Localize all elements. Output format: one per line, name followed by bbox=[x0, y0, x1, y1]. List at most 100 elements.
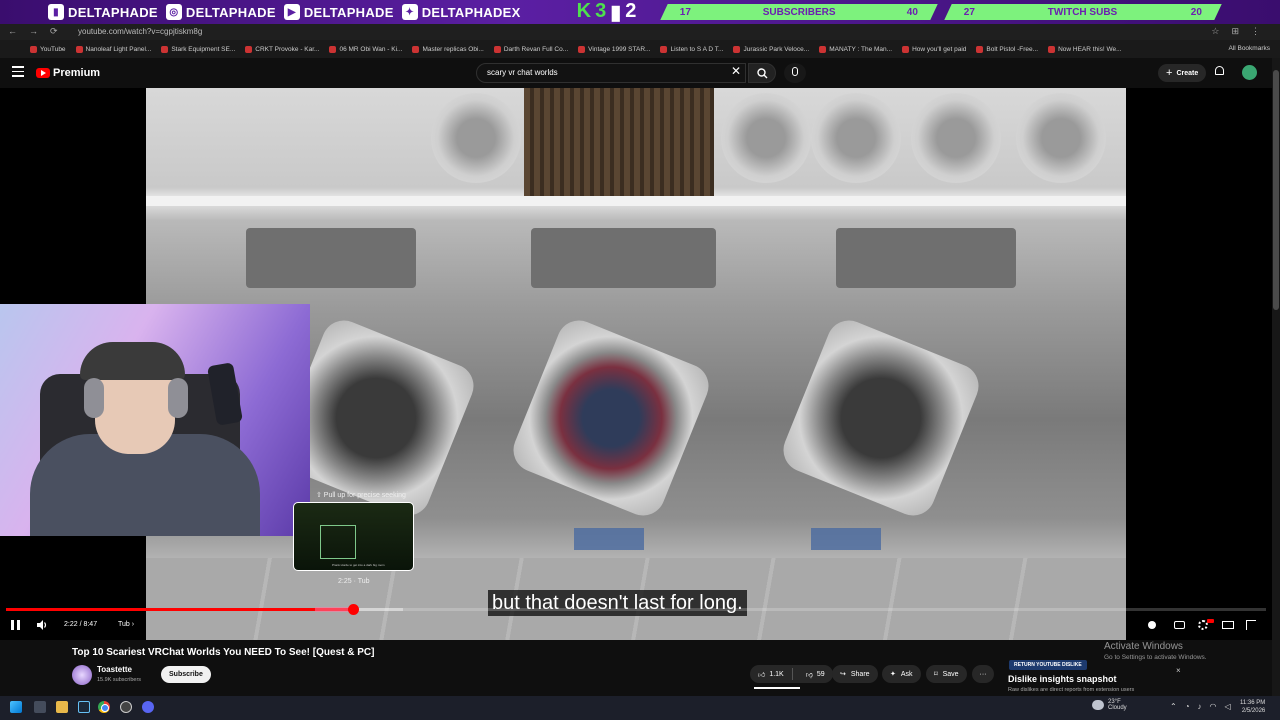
forward-icon[interactable]: → bbox=[29, 26, 38, 37]
bookmark-item[interactable]: 06 MR Obi Wan - Ki... bbox=[329, 45, 402, 53]
youtube-premium-logo[interactable]: Premium bbox=[36, 67, 100, 79]
bookmark-item[interactable]: Bolt Pistol -Free... bbox=[976, 45, 1038, 53]
dislike-button[interactable]: 👎︎ 59 bbox=[798, 670, 833, 679]
bookmark-favicon-icon bbox=[161, 45, 169, 53]
social-instagram: ◎ DELTAPHADE bbox=[165, 4, 276, 20]
fullscreen-icon[interactable] bbox=[1246, 619, 1260, 631]
create-button[interactable]: + Create bbox=[1158, 64, 1207, 82]
bookmark-item[interactable]: Master replicas Obi... bbox=[412, 45, 484, 53]
network-icon[interactable]: ◔ bbox=[1185, 702, 1190, 711]
activate-windows-watermark: Activate Windows Go to Settings to activ… bbox=[1104, 641, 1207, 661]
file-explorer-icon[interactable] bbox=[56, 701, 68, 713]
share-button[interactable]: ↪ Share bbox=[832, 665, 878, 683]
star-icon[interactable]: ☆ bbox=[1211, 26, 1219, 37]
search-input[interactable] bbox=[487, 68, 717, 77]
bookmark-favicon-icon bbox=[976, 45, 984, 53]
share-icon: ↪ bbox=[840, 671, 846, 678]
more-actions-button[interactable]: ··· bbox=[972, 665, 994, 683]
progress-bar[interactable] bbox=[6, 604, 1266, 615]
channel-avatar[interactable] bbox=[72, 665, 92, 685]
extensions-icon[interactable]: ⊞ bbox=[1231, 26, 1239, 37]
chevron-up-icon[interactable]: ⌃ bbox=[1170, 702, 1177, 711]
windows-start-icon[interactable] bbox=[10, 701, 22, 713]
hd-badge bbox=[1207, 619, 1214, 623]
ask-button[interactable]: ✦ Ask bbox=[882, 665, 921, 683]
channel-name[interactable]: Toastette bbox=[97, 665, 132, 674]
logo-text: Premium bbox=[53, 67, 101, 79]
video-player[interactable]: ⇧ Pull up for precise seeking Prank Hord… bbox=[0, 88, 1272, 640]
speaker-icon[interactable]: ◁ bbox=[1225, 702, 1231, 711]
ryd-subtitle: Raw dislikes are direct reports from ext… bbox=[1008, 687, 1135, 693]
bookmarks-bar: YouTube Nanoleaf Light Panel... Stark Equi… bbox=[0, 40, 1280, 58]
bookmark-item[interactable]: CRKT Provoke - Kar... bbox=[245, 45, 319, 53]
address-field[interactable]: youtube.com/watch?v=cgpjtiskm8g bbox=[78, 27, 202, 36]
search-box bbox=[476, 63, 746, 83]
task-view-icon[interactable] bbox=[34, 701, 46, 713]
bookmark-item[interactable]: Nanoleaf Light Panel... bbox=[75, 45, 151, 53]
subscribe-button[interactable]: Subscribe bbox=[161, 666, 211, 683]
scrollbar-thumb[interactable] bbox=[1273, 70, 1279, 310]
account-avatar[interactable] bbox=[1242, 65, 1257, 80]
page-scrollbar[interactable] bbox=[1272, 58, 1280, 696]
reload-icon[interactable]: ⟳ bbox=[50, 26, 58, 37]
like-button[interactable]: 👍︎ 1.1K bbox=[750, 668, 793, 680]
autoplay-toggle[interactable] bbox=[1148, 619, 1162, 631]
notifications-bell-icon[interactable] bbox=[1214, 66, 1226, 78]
volume-icon[interactable] bbox=[36, 619, 48, 631]
bookmark-item[interactable]: How you'll get paid bbox=[902, 45, 966, 53]
video-info-section: Top 10 Scariest VRChat Worlds You NEED T… bbox=[0, 640, 1272, 696]
plus-icon: + bbox=[1166, 67, 1173, 79]
menu-dots-icon[interactable]: ⋮ bbox=[1251, 26, 1260, 37]
bookmark-item[interactable]: Listen to S A D T... bbox=[660, 45, 723, 53]
back-icon[interactable]: ← bbox=[8, 26, 17, 37]
scene-shelf bbox=[146, 196, 1126, 206]
activate-subtitle: Go to Settings to activate Windows. bbox=[1104, 654, 1207, 661]
theater-mode-icon[interactable] bbox=[1222, 619, 1236, 631]
goal-current: 17 bbox=[680, 6, 692, 18]
all-bookmarks-link[interactable]: All Bookmarks bbox=[1228, 45, 1270, 52]
activate-title: Activate Windows bbox=[1104, 641, 1183, 652]
steam-icon[interactable] bbox=[78, 701, 90, 713]
search-button[interactable] bbox=[748, 63, 776, 83]
bookmark-item[interactable]: Now HEAR this! We... bbox=[1048, 45, 1122, 53]
chapter-title[interactable]: Tub › bbox=[118, 621, 134, 628]
bookmark-label: Vintage 1999 STAR... bbox=[588, 45, 651, 53]
chrome-icon[interactable] bbox=[98, 701, 110, 713]
bookmark-item[interactable]: Vintage 1999 STAR... bbox=[578, 45, 651, 53]
channel-subscriber-count: 15.9K subscribers bbox=[97, 677, 142, 683]
scene-label bbox=[574, 528, 644, 550]
kick-logo: K bbox=[576, 0, 592, 22]
discord-icon[interactable] bbox=[142, 701, 154, 713]
preview-scene bbox=[320, 525, 356, 559]
close-icon[interactable]: × bbox=[1176, 666, 1181, 675]
thumbs-up-icon: 👍︎ bbox=[758, 671, 766, 679]
voice-search-button[interactable] bbox=[784, 63, 806, 83]
bookmark-item[interactable]: Jurassic Park Veloce... bbox=[733, 45, 809, 53]
stream-overlay-banner: ▮ DELTAPHADE ◎ DELTAPHADE ▶ DELTAPHADE ✦ DEL… bbox=[0, 0, 1280, 24]
bookmark-favicon-icon bbox=[902, 45, 910, 53]
hamburger-menu-icon[interactable] bbox=[12, 66, 24, 78]
streamer-webcam bbox=[0, 304, 310, 536]
social-handle: DELTAPHADE bbox=[185, 4, 276, 20]
precise-seek-hint: ⇧ Pull up for precise seeking bbox=[316, 492, 406, 499]
bookmark-item[interactable]: Darth Revan Full Co... bbox=[493, 45, 568, 53]
wifi-icon[interactable]: ◠ bbox=[1210, 702, 1217, 711]
weather-widget[interactable]: 23°F Cloudy bbox=[1092, 699, 1127, 711]
create-label: Create bbox=[1176, 69, 1199, 77]
save-button[interactable]: ⌑ Save bbox=[926, 665, 967, 683]
system-tray: ⌃ ◔ ♪ ◠ ◁ bbox=[1170, 702, 1231, 711]
subtitles-button[interactable] bbox=[1174, 619, 1188, 631]
bookmark-item[interactable]: YouTube bbox=[30, 45, 66, 53]
share-label: Share bbox=[850, 670, 870, 678]
obs-icon[interactable] bbox=[120, 701, 132, 713]
clear-search-icon[interactable]: ✕ bbox=[731, 64, 741, 78]
system-clock[interactable]: 11:36 PM 2/5/2026 bbox=[1240, 699, 1265, 715]
bookmark-item[interactable]: Stark Equipment SE... bbox=[161, 45, 235, 53]
settings-gear-icon[interactable] bbox=[1198, 619, 1214, 631]
scrubber-handle[interactable] bbox=[347, 604, 359, 615]
mic-tray-icon[interactable]: ♪ bbox=[1198, 702, 1202, 711]
social-youtube: ▶ DELTAPHADE bbox=[283, 4, 394, 20]
microphone-icon bbox=[792, 67, 798, 76]
bookmark-item[interactable]: MANATY : The Man... bbox=[819, 45, 892, 53]
pause-icon[interactable] bbox=[11, 620, 20, 630]
